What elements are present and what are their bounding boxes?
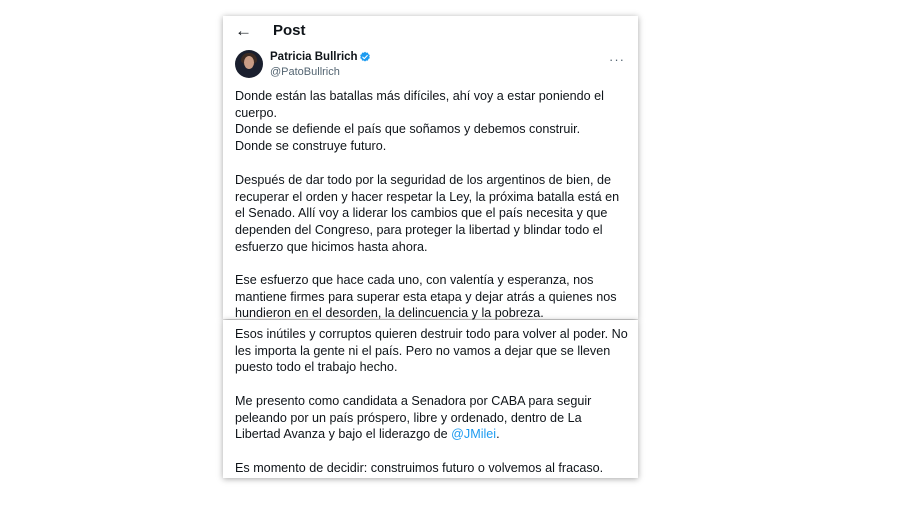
author-handle[interactable]: @PatoBullrich: [270, 66, 340, 78]
arrow-left-icon[interactable]: ←: [235, 22, 252, 39]
paragraph-5-end: .: [496, 427, 500, 442]
post-paragraph-1: Donde están las batallas más difíciles, …: [235, 89, 604, 154]
author-name[interactable]: Patricia Bullrich: [270, 51, 358, 63]
post-paragraph-2: Después de dar todo por la seguridad de …: [235, 173, 620, 254]
avatar[interactable]: [235, 50, 263, 78]
post-paragraph-4: Esos inútiles y corruptos quieren destru…: [235, 327, 628, 375]
post-header: ← Post: [223, 16, 638, 46]
more-options-icon[interactable]: ···: [609, 52, 625, 67]
verified-badge-icon: [360, 51, 370, 62]
paragraph-5-text: Me presento como candidata a Senadora po…: [235, 394, 592, 442]
post-card-bottom: Esos inútiles y corruptos quieren destru…: [223, 320, 638, 478]
post-paragraph-6: Es momento de decidir: construimos futur…: [235, 461, 604, 475]
author-row: Patricia Bullrich @PatoBullrich ···: [235, 50, 625, 80]
post-paragraph-5: Me presento como candidata a Senadora po…: [235, 393, 630, 443]
mention-link[interactable]: @JMilei: [451, 427, 496, 441]
post-paragraph-3: Ese esfuerzo que hace cada uno, con vale…: [235, 273, 617, 321]
post-card-top: ← Post Patricia Bullrich @PatoBullrich ·…: [223, 16, 638, 321]
page-title: Post: [273, 22, 306, 39]
avatar-face: [244, 56, 254, 69]
